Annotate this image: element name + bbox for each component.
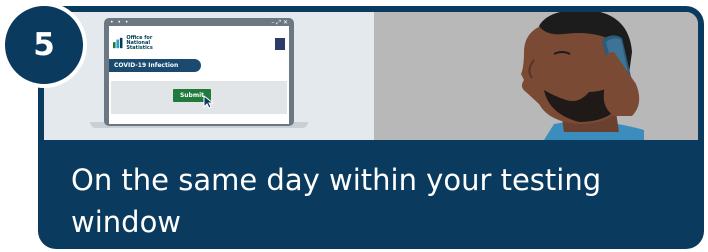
ons-logo: Office for National Statistics (113, 34, 171, 51)
laptop-scene: • • • – ⤢ ✕ Office for National Statisti… (44, 12, 374, 140)
step-number-badge: 5 (1, 2, 87, 88)
person-on-phone-illustration (521, 12, 644, 140)
step-card: • • • – ⤢ ✕ Office for National Statisti… (38, 6, 704, 249)
illustration: • • • – ⤢ ✕ Office for National Statisti… (44, 12, 698, 140)
survey-title-banner: COVID-19 Infection Survey (109, 59, 201, 82)
form-area: Submit (111, 81, 287, 114)
laptop-screen: Office for National Statistics COVID-19 … (109, 26, 289, 124)
ons-logo-text: Office for National Statistics (126, 34, 153, 51)
crest-icon (275, 38, 285, 50)
laptop-screen-frame: • • • – ⤢ ✕ Office for National Statisti… (104, 18, 294, 126)
step-caption: On the same day within your testing wind… (71, 163, 602, 239)
laptop-illustration: • • • – ⤢ ✕ Office for National Statisti… (90, 18, 334, 128)
person-scene (374, 12, 698, 140)
mouse-cursor-icon (203, 95, 215, 109)
ons-logo-icon (113, 37, 123, 49)
window-dots-icon: • • • (110, 19, 130, 26)
